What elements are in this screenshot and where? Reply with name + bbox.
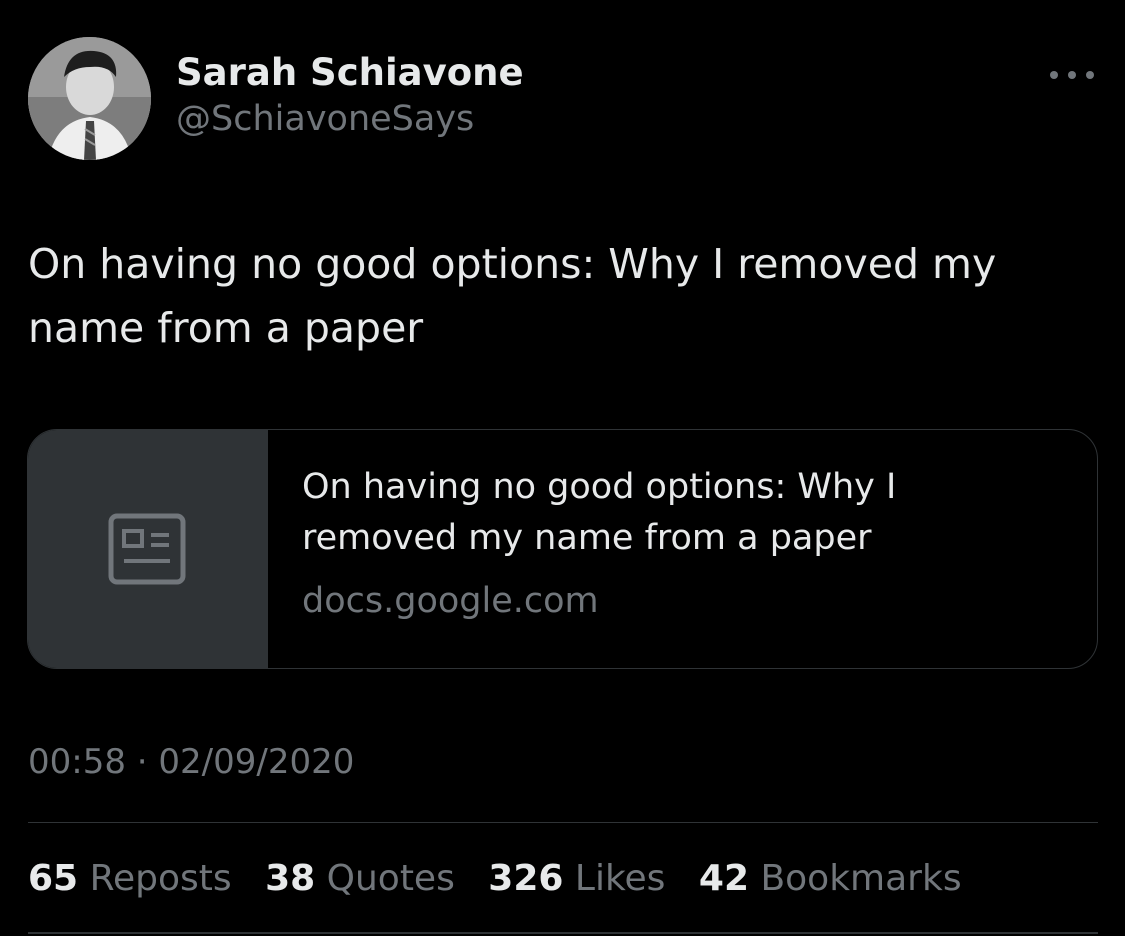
more-horizontal-icon[interactable]	[1046, 63, 1098, 87]
stat-quotes[interactable]: 38 Quotes	[265, 854, 455, 904]
article-icon	[108, 513, 186, 585]
divider	[28, 822, 1098, 823]
stat-count: 326	[488, 858, 564, 899]
tweet-header: Sarah Schiavone @SchiavoneSays	[28, 37, 1098, 161]
link-card-body: On having no good options: Why I removed…	[302, 462, 1062, 626]
author-names: Sarah Schiavone @SchiavoneSays	[176, 51, 524, 143]
stat-count: 42	[698, 858, 749, 899]
stat-label: Likes	[574, 858, 666, 899]
link-card-thumbnail	[28, 430, 268, 668]
stat-label: Quotes	[326, 858, 455, 899]
handle[interactable]: @SchiavoneSays	[176, 95, 524, 143]
link-card-title: On having no good options: Why I removed…	[302, 467, 897, 558]
stat-bookmarks[interactable]: 42 Bookmarks	[699, 854, 962, 904]
timestamp-time: 00:58	[28, 742, 126, 782]
divider	[28, 932, 1098, 934]
timestamp[interactable]: 00:58 · 02/09/2020	[28, 738, 354, 786]
engagement-stats: 65 Reposts 38 Quotes 326 Likes 42 Bookma…	[28, 854, 984, 904]
tweet-text: On having no good options: Why I removed…	[28, 240, 997, 352]
stat-label: Bookmarks	[760, 858, 962, 899]
link-card[interactable]: On having no good options: Why I removed…	[27, 429, 1098, 669]
link-card-domain: docs.google.com	[302, 581, 599, 621]
stat-label: Reposts	[89, 858, 232, 899]
avatar[interactable]	[28, 37, 151, 160]
stat-count: 65	[28, 858, 79, 899]
display-name[interactable]: Sarah Schiavone	[176, 51, 524, 95]
timestamp-date: 02/09/2020	[158, 742, 355, 782]
stat-count: 38	[265, 858, 316, 899]
stat-likes[interactable]: 326 Likes	[488, 854, 665, 904]
stat-reposts[interactable]: 65 Reposts	[28, 854, 232, 904]
timestamp-separator: ·	[136, 742, 148, 782]
